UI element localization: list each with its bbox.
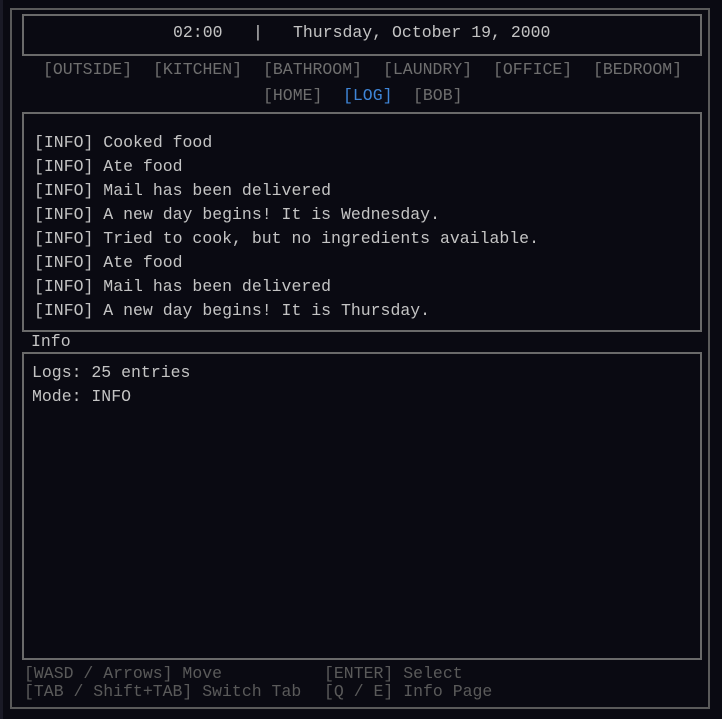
- tab-outside[interactable]: [OUTSIDE]: [43, 60, 132, 79]
- tab-bedroom[interactable]: [BEDROOM]: [593, 60, 682, 79]
- log-entry: [INFO] A new day begins! It is Wednesday…: [34, 205, 440, 224]
- info-log-count: Logs: 25 entries: [32, 363, 191, 382]
- log-entry: [INFO] Mail has been delivered: [34, 181, 332, 200]
- info-panel: Logs: 25 entries Mode: INFO: [22, 352, 702, 660]
- clock-time: 02:00: [173, 23, 223, 42]
- tab-kitchen[interactable]: [KITCHEN]: [153, 60, 242, 79]
- hint-select: [ENTER] Select: [324, 664, 463, 683]
- tab-office[interactable]: [OFFICE]: [493, 60, 572, 79]
- tab-home[interactable]: [HOME]: [263, 86, 322, 105]
- header-separator: |: [253, 23, 263, 42]
- header-bar: 02:00 | Thursday, October 19, 2000: [22, 14, 702, 56]
- log-entry: [INFO] Tried to cook, but no ingredients…: [34, 229, 539, 248]
- log-entry: [INFO] Cooked food: [34, 133, 213, 152]
- tab-bathroom[interactable]: [BATHROOM]: [263, 60, 362, 79]
- log-entry: [INFO] Mail has been delivered: [34, 277, 332, 296]
- log-entry: [INFO] A new day begins! It is Thursday.: [34, 301, 431, 320]
- log-entry: [INFO] Ate food: [34, 157, 183, 176]
- current-date: Thursday, October 19, 2000: [293, 23, 551, 42]
- tab-bob[interactable]: [BOB]: [413, 86, 463, 105]
- tab-log[interactable]: [LOG]: [343, 86, 393, 105]
- window-edge: [0, 0, 3, 719]
- log-panel: [INFO] Cooked food [INFO] Ate food [INFO…: [22, 112, 702, 332]
- hint-switch-tab: [TAB / Shift+TAB] Switch Tab: [24, 682, 302, 701]
- hint-info-page: [Q / E] Info Page: [324, 682, 493, 701]
- info-mode: Mode: INFO: [32, 387, 132, 406]
- log-entry: [INFO] Ate food: [34, 253, 183, 272]
- info-panel-title: Info: [31, 332, 71, 351]
- tab-laundry[interactable]: [LAUNDRY]: [383, 60, 472, 79]
- hint-move: [WASD / Arrows] Move: [24, 664, 223, 683]
- tab-bar: [OUTSIDE] [KITCHEN] [BATHROOM] [LAUNDRY]…: [0, 60, 722, 106]
